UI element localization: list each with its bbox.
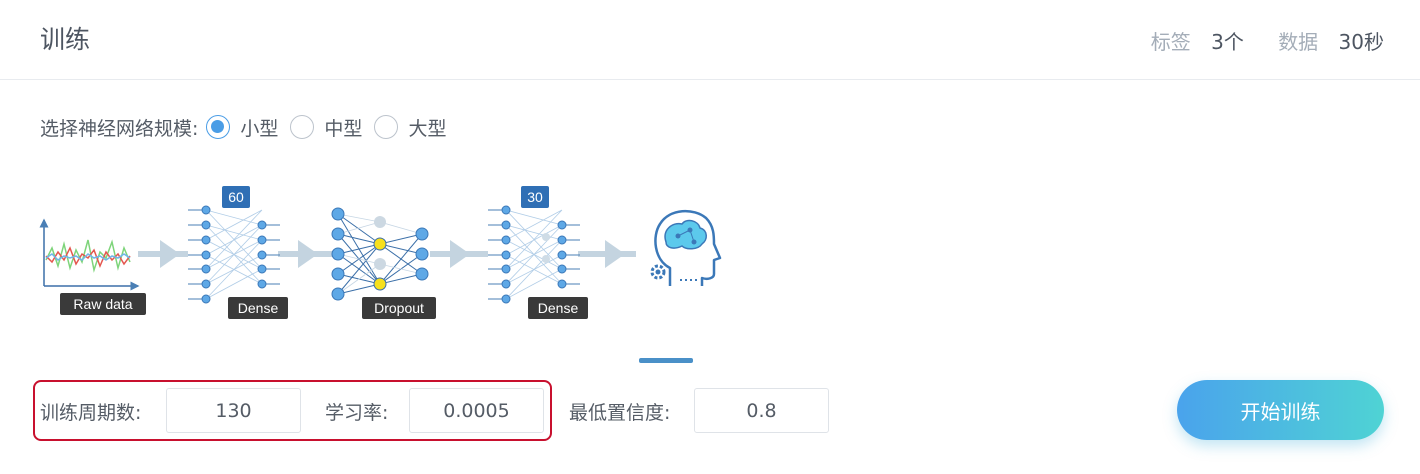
network-scale-label: 选择神经网络规模: xyxy=(40,117,199,140)
page-title: 训练 xyxy=(40,25,91,54)
learning-rate-input[interactable] xyxy=(409,388,544,433)
radio-medium[interactable]: 中型 xyxy=(290,114,366,141)
labels-count-label: 标签 xyxy=(1150,30,1191,54)
labels-count-value: 3个 xyxy=(1211,30,1244,54)
raw-data-chart-icon: Raw data xyxy=(39,218,146,315)
min-confidence-input[interactable] xyxy=(694,388,829,433)
epochs-label: 训练周期数: xyxy=(40,402,142,424)
radio-large[interactable]: 大型 xyxy=(374,114,450,141)
header: 训练 标签 3个 数据 30秒 xyxy=(0,0,1420,80)
model-pipeline-diagram: Raw data 60 Dense Dropout 30 Dense xyxy=(39,186,722,319)
carousel-indicator[interactable] xyxy=(639,358,693,363)
raw-data-label: Raw data xyxy=(73,296,132,312)
dense-layer-2-icon: 30 Dense xyxy=(488,186,588,319)
dropout-label: Dropout xyxy=(374,300,424,316)
dense-1-label: Dense xyxy=(238,300,279,316)
epochs-input[interactable] xyxy=(166,388,301,433)
dropout-layer-icon: Dropout xyxy=(331,207,436,319)
network-scale-selector: 选择神经网络规模: 小型 中型 大型 xyxy=(40,112,450,142)
dense-layer-1-icon: 60 Dense xyxy=(188,186,288,319)
dense-1-units: 60 xyxy=(228,189,244,205)
learning-rate-label: 学习率: xyxy=(325,402,389,424)
radio-medium-label: 中型 xyxy=(324,117,363,140)
header-stats: 标签 3个 数据 30秒 xyxy=(1123,26,1384,55)
radio-small-indicator[interactable] xyxy=(206,115,231,139)
radio-large-indicator[interactable] xyxy=(374,115,399,139)
radio-small[interactable]: 小型 xyxy=(206,114,282,141)
data-duration-label: 数据 xyxy=(1278,30,1319,54)
start-training-button[interactable]: 开始训练 xyxy=(1177,380,1384,440)
dense-2-label: Dense xyxy=(538,300,579,316)
data-duration-value: 30秒 xyxy=(1338,30,1384,54)
brain-head-icon xyxy=(650,210,722,286)
radio-medium-indicator[interactable] xyxy=(290,115,315,139)
radio-large-label: 大型 xyxy=(408,117,447,140)
min-confidence-label: 最低置信度: xyxy=(569,402,671,424)
dense-2-units: 30 xyxy=(527,189,543,205)
radio-small-label: 小型 xyxy=(240,117,279,140)
